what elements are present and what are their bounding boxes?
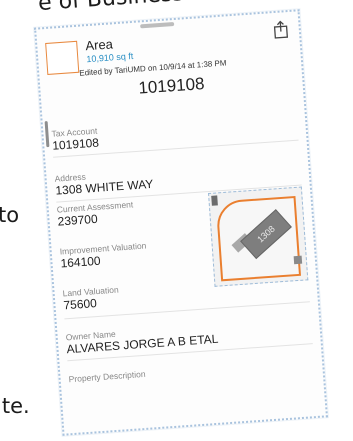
drag-handle[interactable] xyxy=(140,22,175,29)
feature-popup[interactable]: Area 10,910 sq ft Edited by TariUMD on 1… xyxy=(34,9,328,436)
parcel-map-thumbnail[interactable]: 1308 xyxy=(208,186,309,287)
background-text-bottom: ite. xyxy=(0,394,30,418)
scrollbar[interactable] xyxy=(44,121,50,148)
field-value: 75600 xyxy=(63,296,98,313)
share-icon[interactable] xyxy=(272,20,289,39)
background-text-top: e of Business xyxy=(37,0,184,16)
field-address: Address 1308 WHITE WAY xyxy=(54,167,153,198)
field-value: 1019108 xyxy=(51,135,100,153)
field-tax-account: Tax Account 1019108 xyxy=(51,126,99,153)
popup-title: Area xyxy=(84,36,114,54)
outbuilding xyxy=(293,255,303,265)
field-current-assessment: Current Assessment 239700 xyxy=(56,199,134,228)
field-improvement-valuation: Improvement Valuation 164100 xyxy=(59,240,147,270)
area-swatch-icon xyxy=(45,40,80,75)
building-footprint: 1308 xyxy=(240,209,292,260)
field-label: Property Description xyxy=(68,368,146,385)
corner-marker xyxy=(211,195,218,206)
field-property-description: Property Description xyxy=(68,369,146,384)
field-land-valuation: Land Valuation 75600 xyxy=(62,285,120,313)
parcel-outline: 1308 xyxy=(215,195,303,282)
background-text-left: to xyxy=(0,203,20,227)
area-size: 10,910 sq ft xyxy=(86,50,134,65)
building-label: 1308 xyxy=(255,223,277,245)
